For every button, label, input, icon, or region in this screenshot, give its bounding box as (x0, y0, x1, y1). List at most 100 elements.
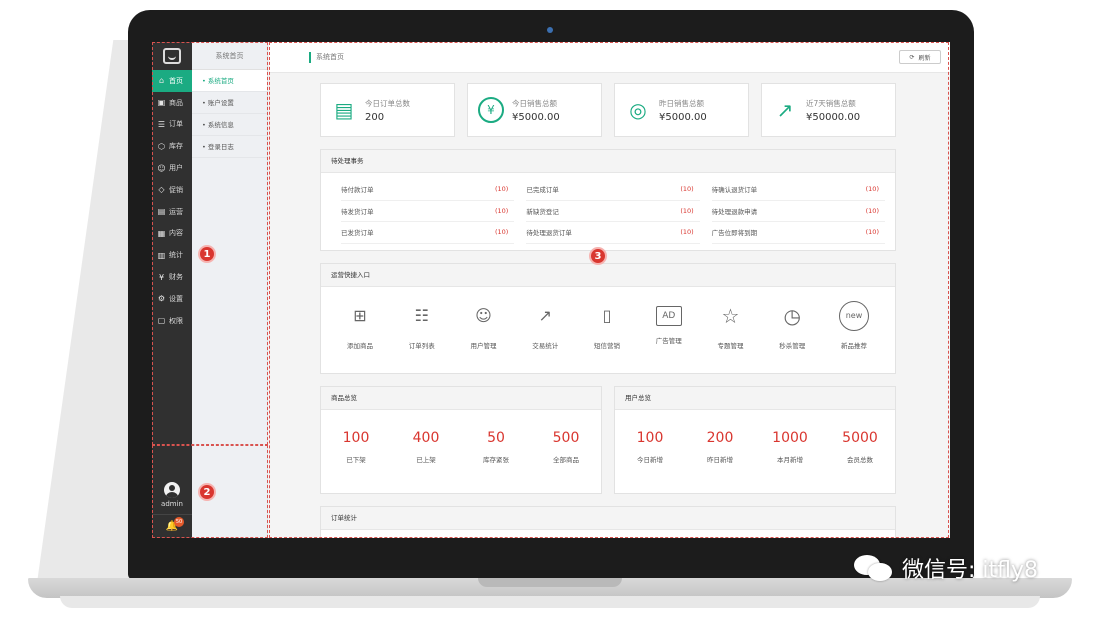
sidebar-item-label: 用户 (169, 164, 183, 173)
notification[interactable]: 🔔 50 (152, 514, 192, 538)
quick-item-2[interactable]: ☺ 用户管理 (459, 301, 509, 373)
stat-value: 200 (706, 429, 734, 446)
sidebar-item-6[interactable]: ▤ 运营 (152, 201, 192, 223)
stat-value: 1000 (772, 429, 808, 446)
quick-item-8[interactable]: new 新品推荐 (829, 300, 879, 373)
subnav-item-1[interactable]: • 账户设置 (192, 92, 267, 114)
sidebar-item-10[interactable]: ⚙ 设置 (152, 288, 192, 310)
quick-item-4[interactable]: ▯ 短信营销 (582, 301, 632, 373)
subnav-item-2[interactable]: • 系统信息 (192, 114, 267, 136)
pending-label: 广告位即将到期 (711, 229, 758, 238)
stat-label: 全部商品 (553, 455, 579, 464)
yen-icon: ¥ (478, 97, 504, 123)
operation-icon: ▤ (157, 207, 166, 217)
quick-item-label: 订单列表 (408, 341, 435, 350)
pending-label: 已完成订单 (526, 186, 559, 195)
marker-3: 3 (589, 247, 607, 265)
stat-item: 400 已上架 (396, 430, 456, 464)
quick-item-label: 新品推荐 (841, 341, 867, 350)
stat-value: 100 (636, 429, 664, 446)
quick-item-5[interactable]: AD 广告管理 (644, 301, 694, 373)
sidebar-item-1[interactable]: ▣ 商品 (152, 92, 192, 114)
pending-count: (10) (680, 206, 694, 215)
trend-chart-icon: ↗ (538, 306, 552, 325)
stat-value: 500 (552, 429, 580, 446)
stock-icon: ⬡ (158, 141, 165, 151)
sidebar-item-label: 促销 (169, 185, 183, 194)
pending-item[interactable]: 新缺货登记 (10) (526, 201, 700, 222)
content: ▤ 今日订单总数 200 ¥ 今日销售总额 ¥5000.00 ◎ 昨日销售总额 ¥5000.00… (320, 83, 896, 538)
sidebar-item-3[interactable]: ⬡ 库存 (152, 135, 192, 157)
pending-count: (10) (494, 206, 509, 215)
user-overview-panel: 用户总览 100 今日新增 200 昨日新增 1000 本月新增 5000 会员总数 (614, 385, 896, 494)
pending-label: 已发货订单 (341, 229, 374, 238)
quick-item-0[interactable]: ⊞ 添加商品 (335, 301, 385, 373)
sidebar-item-label: 运营 (169, 207, 183, 216)
pending-item[interactable]: 待确认退货订单 (10) (711, 179, 885, 201)
summary-card: ◎ 昨日销售总额 ¥5000.00 (614, 83, 749, 137)
avatar[interactable] (164, 482, 180, 498)
pending-count: (10) (494, 185, 509, 194)
stat-item: 100 已下架 (326, 430, 386, 464)
stat-label: 昨日新增 (707, 455, 733, 464)
pending-count: (10) (865, 185, 879, 194)
quick-item-3[interactable]: ↗ 交易统计 (520, 301, 570, 373)
order-stats-panel: 订单统计 (320, 505, 896, 538)
card-label: 今日订单总数 (365, 98, 410, 108)
card-value: ¥5000.00 (512, 111, 560, 123)
stat-value: 100 (342, 429, 370, 446)
pending-item[interactable]: 待处理退款申请 (10) (711, 201, 885, 222)
sidebar-item-8[interactable]: ▥ 统计 (152, 244, 192, 266)
sidebar-item-label: 首页 (169, 76, 183, 85)
pending-panel: 待处理事务 待付款订单 (10) 已完成订单 (10) 待确认退货订单 (10) 待发货订单… (320, 149, 896, 251)
wechat-icon (852, 553, 896, 583)
pending-item[interactable]: 已完成订单 (10) (526, 179, 700, 201)
sidebar-item-4[interactable]: ☺ 用户 (152, 157, 192, 179)
quick-item-7[interactable]: ◷ 秒杀管理 (767, 301, 817, 373)
stat-value: 5000 (842, 429, 878, 446)
pending-count: (10) (865, 228, 879, 237)
sidebar-item-9[interactable]: ¥ 财务 (152, 266, 192, 288)
refresh-button[interactable]: ⟳ 刷新 (899, 50, 941, 64)
sidebar-item-2[interactable]: ☰ 订单 (152, 114, 192, 136)
pending-item[interactable]: 待发货订单 (10) (341, 201, 515, 222)
quick-item-label: 专题管理 (717, 341, 744, 350)
trend-icon: ↗ (776, 98, 794, 122)
watermark: 微信号: itfly8 (852, 552, 1038, 584)
quick-item-6[interactable]: ☆ 专题管理 (706, 301, 756, 373)
refresh-icon: ⟳ (909, 53, 915, 61)
alarm-clock-icon: ◷ (783, 303, 801, 328)
clipboard-icon: ▤ (334, 98, 354, 122)
username: admin (161, 500, 183, 508)
user-icon: ☺ (157, 163, 166, 173)
sidebar-item-0[interactable]: ⌂ 首页 (152, 70, 192, 92)
plus-box-icon: ⊞ (353, 306, 367, 325)
pending-label: 新缺货登记 (526, 207, 559, 216)
sidebar-item-7[interactable]: ▦ 内容 (152, 223, 192, 245)
pending-item[interactable]: 待付款订单 (10) (341, 179, 515, 201)
pending-item[interactable]: 广告位即将到期 (10) (711, 222, 885, 244)
pending-list: 待付款订单 (10) 已完成订单 (10) 待确认退货订单 (10) 待发货订单 (10) 新缺… (321, 173, 895, 250)
quick-item-label: 短信营销 (594, 341, 620, 350)
sidebar-item-label: 财务 (169, 273, 183, 282)
top-bar: 系统首页 ⟳ 刷新 (269, 42, 950, 73)
sidebar-item-label: 库存 (169, 142, 183, 151)
card-label: 今日销售总额 (512, 98, 557, 108)
subnav-item-3[interactable]: • 登录日志 (192, 136, 267, 158)
pending-count: (10) (865, 206, 879, 215)
logo-icon (163, 48, 181, 64)
logo[interactable] (152, 42, 192, 70)
card-label: 近7天销售总额 (806, 98, 856, 108)
stage: ⌂ 首页 ▣ 商品 ☰ 订单 ⬡ 库存 ☺ 用户 ◇ 促销 ▤ 运营 ▦ 内容 ▥ 统计 ¥ 财务 ⚙ 设置 ▢ 权限 adm… (0, 0, 1100, 620)
marker-1: 1 (198, 245, 216, 263)
subnav-item-0[interactable]: • 系统首页 (192, 70, 267, 92)
pending-item[interactable]: 待处理退货订单 (10) (526, 222, 700, 244)
content-icon: ▦ (157, 228, 166, 238)
sidebar-item-11[interactable]: ▢ 权限 (152, 310, 192, 332)
card-value: 200 (365, 111, 385, 123)
sidebar-item-label: 订单 (169, 120, 183, 129)
sidebar-item-5[interactable]: ◇ 促销 (152, 179, 192, 201)
quick-item-1[interactable]: ☷ 订单列表 (397, 301, 447, 373)
product-overview-panel: 商品总览 100 已下架 400 已上架 50 库存紧张 500 全部商品 (320, 385, 602, 494)
pending-item[interactable]: 已发货订单 (10) (341, 222, 515, 244)
